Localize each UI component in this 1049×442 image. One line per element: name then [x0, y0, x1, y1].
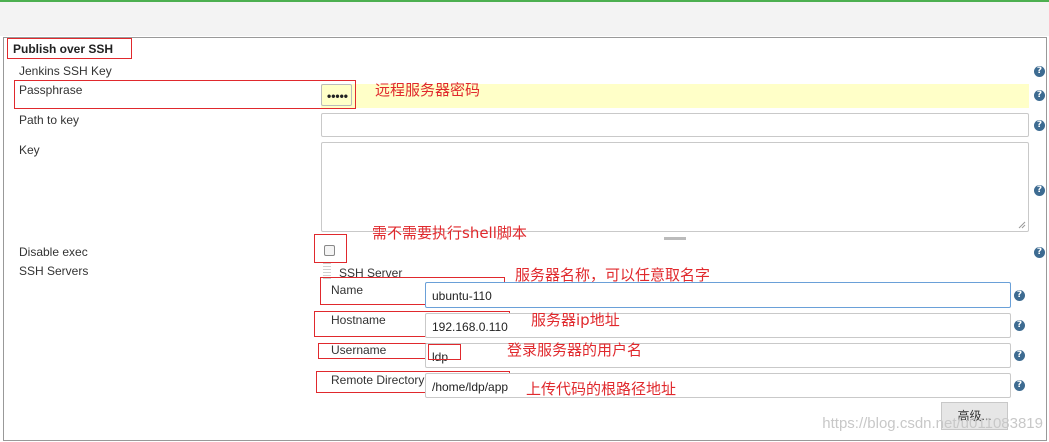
- annotation-passphrase: 远程服务器密码: [375, 81, 481, 99]
- annotation-box-username-value: [428, 344, 461, 360]
- annotation-remote-directory: 上传代码的根路径地址: [526, 380, 677, 398]
- resize-handle-icon[interactable]: [1018, 221, 1026, 229]
- name-label: Name: [331, 283, 364, 297]
- help-icon[interactable]: ?: [1014, 380, 1025, 391]
- splitter-handle[interactable]: [664, 237, 686, 240]
- annotation-hostname: 服务器ip地址: [531, 311, 620, 329]
- help-icon[interactable]: ?: [1014, 290, 1025, 301]
- help-icon[interactable]: ?: [1034, 90, 1045, 101]
- hostname-label: Hostname: [331, 313, 386, 327]
- path-to-key-input[interactable]: [321, 113, 1029, 137]
- key-label: Key: [19, 143, 40, 157]
- key-textarea[interactable]: [321, 142, 1029, 232]
- name-input[interactable]: ubuntu-110: [425, 282, 1011, 308]
- disable-exec-label: Disable exec: [19, 245, 88, 259]
- help-icon[interactable]: ?: [1014, 320, 1025, 331]
- top-strip: [0, 2, 1049, 36]
- section-title: Publish over SSH: [13, 42, 114, 56]
- remote-directory-input[interactable]: /home/ldp/app: [425, 373, 1011, 398]
- help-icon[interactable]: ?: [1034, 66, 1045, 77]
- watermark: https://blog.csdn.net/u011083819: [822, 415, 1043, 432]
- help-icon[interactable]: ?: [1014, 350, 1025, 361]
- help-icon[interactable]: ?: [1034, 185, 1045, 196]
- remote-directory-label: Remote Directory: [331, 373, 425, 387]
- help-icon[interactable]: ?: [1034, 247, 1045, 258]
- annotation-username: 登录服务器的用户名: [507, 341, 643, 359]
- jenkins-ssh-key-label: Jenkins SSH Key: [19, 64, 112, 78]
- username-label: Username: [331, 343, 387, 357]
- annotation-disable-exec: 需不需要执行shell脚本: [372, 224, 527, 242]
- ssh-servers-label: SSH Servers: [19, 264, 89, 278]
- disable-exec-checkbox[interactable]: [324, 245, 335, 256]
- hostname-input[interactable]: 192.168.0.110: [425, 313, 1011, 338]
- passphrase-label: Passphrase: [19, 83, 83, 97]
- help-icon[interactable]: ?: [1034, 120, 1045, 131]
- path-to-key-label: Path to key: [19, 113, 80, 127]
- passphrase-input[interactable]: •••••: [321, 84, 352, 106]
